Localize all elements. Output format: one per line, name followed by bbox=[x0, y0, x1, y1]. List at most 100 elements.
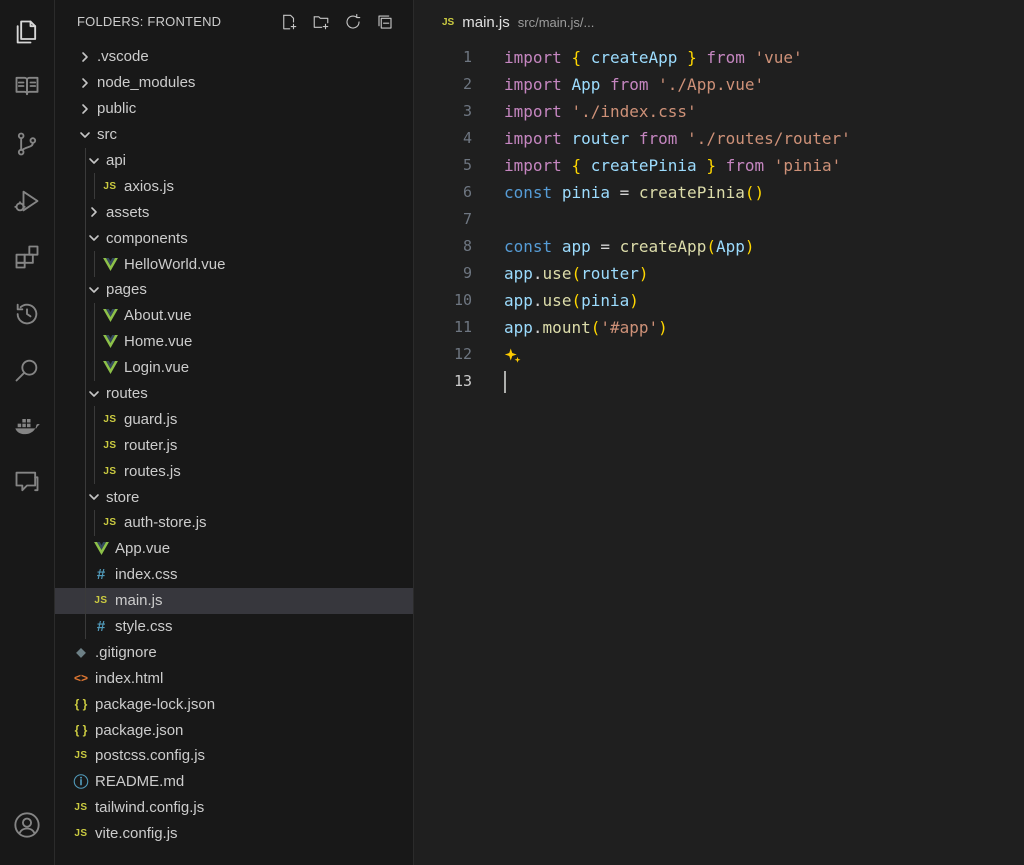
tree-file[interactable]: <> index.html bbox=[55, 665, 413, 691]
code-line[interactable]: 2 import App from './App.vue' bbox=[414, 71, 1024, 98]
code-line[interactable]: 11 app.mount('#app') bbox=[414, 314, 1024, 341]
tree-file[interactable]: App.vue bbox=[55, 535, 413, 562]
refresh-icon[interactable] bbox=[343, 12, 363, 32]
tree-file[interactable]: JS axios.js bbox=[55, 173, 413, 200]
tree-file[interactable]: JS postcss.config.js bbox=[55, 743, 413, 769]
code-line[interactable]: 6 const pinia = createPinia() bbox=[414, 179, 1024, 206]
line-number: 7 bbox=[462, 210, 472, 228]
new-file-icon[interactable] bbox=[279, 12, 299, 32]
tree-item-label: vite.config.js bbox=[95, 825, 178, 843]
indent-guide bbox=[85, 354, 86, 381]
tree-file[interactable]: { } package.json bbox=[55, 717, 413, 743]
indent-guide bbox=[94, 458, 95, 485]
editor-tab[interactable]: JS main.js src/main.js/... bbox=[414, 0, 1024, 44]
code-editor[interactable]: 1 import { createApp } from 'vue' 2 import … bbox=[414, 44, 1024, 395]
code-line[interactable]: 4 import router from './routes/router' bbox=[414, 125, 1024, 152]
code-line[interactable]: 8 const app = createApp(App) bbox=[414, 233, 1024, 260]
indent-guide bbox=[85, 302, 86, 329]
code-line[interactable]: 1 import { createApp } from 'vue' bbox=[414, 44, 1024, 71]
indent-guide bbox=[94, 432, 95, 459]
indent-guide bbox=[85, 199, 86, 226]
tree-item-label: postcss.config.js bbox=[95, 747, 206, 765]
code-line[interactable]: 3 import './index.css' bbox=[414, 98, 1024, 125]
chevron-right-icon[interactable] bbox=[77, 103, 93, 115]
chevron-down-icon[interactable] bbox=[86, 284, 102, 296]
tree-folder[interactable]: src bbox=[55, 122, 413, 148]
tree-file[interactable]: Home.vue bbox=[55, 328, 413, 355]
account-icon[interactable] bbox=[0, 805, 54, 845]
code-line[interactable]: 9 app.use(router) bbox=[414, 260, 1024, 287]
text-cursor bbox=[504, 371, 506, 393]
tree-file[interactable]: HelloWorld.vue bbox=[55, 251, 413, 278]
source-control-icon[interactable] bbox=[0, 124, 54, 164]
tree-file[interactable]: # style.css bbox=[55, 613, 413, 640]
run-debug-icon[interactable] bbox=[0, 181, 54, 221]
js-file-icon: JS bbox=[103, 413, 117, 425]
chevron-down-icon[interactable] bbox=[86, 388, 102, 400]
explorer-sidebar: FOLDERS: FRONTEND .vscode node_modules pub… bbox=[55, 0, 414, 865]
tree-file[interactable]: ◆ .gitignore bbox=[55, 639, 413, 665]
chat-icon[interactable] bbox=[0, 462, 54, 502]
code-text: app.use(router) bbox=[504, 264, 649, 283]
tree-folder[interactable]: assets bbox=[55, 199, 413, 226]
indent-guide bbox=[85, 173, 86, 200]
extensions-icon[interactable] bbox=[0, 237, 54, 277]
tree-folder[interactable]: node_modules bbox=[55, 70, 413, 96]
explorer-toolbar bbox=[279, 12, 395, 32]
tree-folder[interactable]: public bbox=[55, 96, 413, 122]
tree-file[interactable]: JS routes.js bbox=[55, 458, 413, 485]
code-text: app.mount('#app') bbox=[504, 318, 668, 337]
tree-file[interactable]: JS vite.config.js bbox=[55, 821, 413, 847]
tree-folder[interactable]: components bbox=[55, 225, 413, 252]
code-line[interactable]: 7 bbox=[414, 206, 1024, 233]
tree-file[interactable]: About.vue bbox=[55, 302, 413, 329]
tree-item-label: package.json bbox=[95, 721, 184, 739]
tree-item-label: axios.js bbox=[124, 177, 175, 195]
line-number: 4 bbox=[462, 129, 472, 147]
code-line[interactable]: 5 import { createPinia } from 'pinia' bbox=[414, 152, 1024, 179]
line-number: 11 bbox=[453, 318, 472, 336]
explorer-icon[interactable] bbox=[0, 12, 54, 52]
css-file-icon: # bbox=[96, 566, 106, 584]
tree-folder[interactable]: .vscode bbox=[55, 44, 413, 70]
tree-file[interactable]: # index.css bbox=[55, 561, 413, 588]
js-file-icon: JS bbox=[442, 16, 455, 28]
tree-folder[interactable]: pages bbox=[55, 277, 413, 303]
tree-item-label: auth-store.js bbox=[124, 514, 207, 532]
indent-guide bbox=[85, 613, 86, 640]
new-folder-icon[interactable] bbox=[311, 12, 331, 32]
chevron-right-icon[interactable] bbox=[86, 206, 102, 218]
indent-guide bbox=[94, 251, 95, 278]
tree-folder[interactable]: api bbox=[55, 147, 413, 174]
line-number: 5 bbox=[462, 156, 472, 174]
code-line[interactable]: 13 bbox=[414, 368, 1024, 395]
chevron-right-icon[interactable] bbox=[77, 51, 93, 63]
chevron-down-icon[interactable] bbox=[86, 491, 102, 503]
json-file-icon: { } bbox=[74, 697, 88, 712]
search-icon[interactable] bbox=[0, 350, 54, 390]
docker-icon[interactable] bbox=[0, 406, 54, 446]
tree-file[interactable]: JS router.js bbox=[55, 432, 413, 459]
chevron-down-icon[interactable] bbox=[86, 155, 102, 167]
chevron-down-icon[interactable] bbox=[86, 232, 102, 244]
code-line[interactable]: 10 app.use(pinia) bbox=[414, 287, 1024, 314]
tree-folder[interactable]: store bbox=[55, 484, 413, 511]
tree-file[interactable]: JS guard.js bbox=[55, 406, 413, 433]
collapse-all-icon[interactable] bbox=[375, 12, 395, 32]
code-line[interactable]: 12 bbox=[414, 341, 1024, 368]
tree-file[interactable]: JS main.js bbox=[55, 587, 413, 614]
tree-file[interactable]: Login.vue bbox=[55, 354, 413, 381]
timeline-icon[interactable] bbox=[0, 294, 54, 334]
chevron-right-icon[interactable] bbox=[77, 77, 93, 89]
line-number: 10 bbox=[453, 291, 472, 309]
tree-file[interactable]: JS tailwind.config.js bbox=[55, 795, 413, 821]
tree-item-label: routes bbox=[106, 385, 148, 403]
code-text: import { createPinia } from 'pinia' bbox=[504, 156, 842, 175]
tree-file[interactable]: { } package-lock.json bbox=[55, 691, 413, 717]
book-icon[interactable] bbox=[0, 66, 54, 106]
explorer-header: FOLDERS: FRONTEND bbox=[77, 14, 222, 29]
chevron-down-icon[interactable] bbox=[77, 129, 93, 141]
tree-folder[interactable]: routes bbox=[55, 380, 413, 407]
tree-file[interactable]: JS auth-store.js bbox=[55, 510, 413, 536]
tree-file[interactable]: ⓘ README.md bbox=[55, 769, 413, 795]
